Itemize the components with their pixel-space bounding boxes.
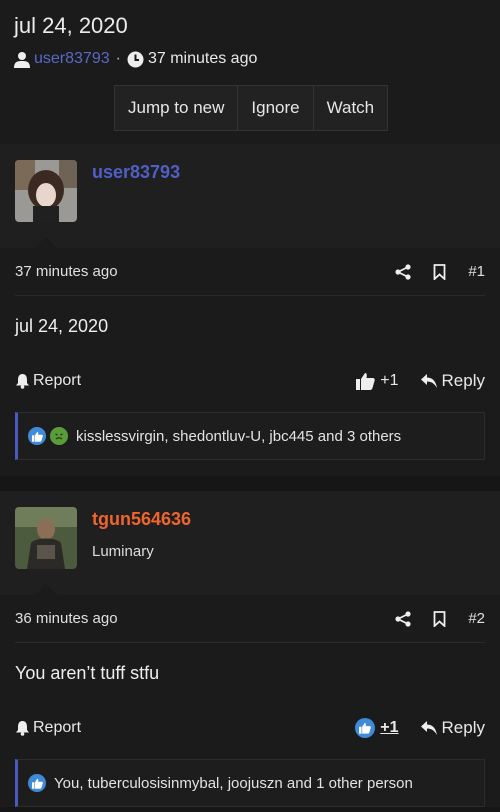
reactions-bar[interactable]: kisslessvirgin, shedontluv-U, jbc445 and… — [15, 412, 485, 460]
reply-label: Reply — [441, 718, 485, 737]
user-info: user83793 — [92, 160, 180, 248]
report-label: Report — [33, 372, 82, 389]
avatar[interactable] — [15, 160, 77, 222]
reply-label: Reply — [441, 371, 485, 390]
reply-button[interactable]: Reply — [420, 371, 485, 391]
thread-actions: Jump to new Ignore Watch — [114, 85, 389, 131]
reply-button[interactable]: Reply — [420, 718, 485, 738]
clock-icon — [127, 51, 144, 68]
post-pointer — [34, 584, 58, 596]
post-username[interactable]: user83793 — [92, 160, 180, 184]
thread-meta: user83793 · 37 minutes ago — [14, 50, 486, 68]
post: tgun564636 Luminary 36 minutes ago #2 Yo… — [0, 491, 500, 807]
sick-face-reaction-icon — [50, 427, 68, 445]
post-body: 36 minutes ago #2 You aren’t tuff stfu R… — [0, 595, 500, 807]
thumbs-up-reaction-icon — [28, 774, 46, 792]
avatar[interactable] — [15, 507, 77, 569]
user-info: tgun564636 Luminary — [92, 507, 191, 595]
thumbs-up-reaction-icon — [28, 427, 46, 445]
user-title: Luminary — [92, 543, 154, 560]
post-time[interactable]: 37 minutes ago — [15, 263, 118, 280]
meta-separator: · — [115, 50, 121, 67]
report-label: Report — [33, 719, 82, 736]
user-icon — [14, 51, 30, 68]
reactions-text[interactable]: kisslessvirgin, shedontluv-U, jbc445 and… — [76, 428, 401, 445]
thread-title: jul 24, 2020 — [14, 13, 128, 38]
post-content: You aren’t tuff stfu — [15, 663, 160, 683]
post-pointer — [34, 237, 58, 249]
share-icon[interactable] — [395, 263, 411, 280]
share-icon[interactable] — [395, 610, 411, 627]
ignore-button[interactable]: Ignore — [238, 86, 314, 130]
bell-icon — [15, 720, 30, 736]
reply-arrow-icon — [420, 374, 437, 388]
post-time[interactable]: 36 minutes ago — [15, 610, 118, 627]
bookmark-icon[interactable] — [433, 610, 446, 627]
reactions-text[interactable]: You, tuberculosisinmybal, joojuszn and 1… — [54, 775, 413, 792]
post: user83793 37 minutes ago #1 jul 24, 2020 — [0, 144, 500, 476]
post-user-block: tgun564636 Luminary — [0, 491, 500, 596]
reply-arrow-icon — [420, 721, 437, 735]
thread-author-link[interactable]: user83793 — [34, 50, 110, 68]
post-content: jul 24, 2020 — [15, 316, 109, 336]
bookmark-icon[interactable] — [433, 263, 446, 280]
post-meta: 37 minutes ago #1 — [15, 248, 485, 296]
reaction-count[interactable]: +1 — [380, 719, 398, 737]
reaction-count[interactable]: +1 — [380, 372, 398, 390]
thread-time[interactable]: 37 minutes ago — [148, 50, 257, 68]
watch-button[interactable]: Watch — [314, 86, 388, 130]
post-number-link[interactable]: #1 — [468, 263, 485, 280]
thread-header: jul 24, 2020 user83793 · 37 minutes ago … — [0, 0, 500, 144]
bell-icon — [15, 373, 30, 389]
post-actions: Report +1 Reply — [15, 358, 485, 404]
post-username[interactable]: tgun564636 — [92, 507, 191, 531]
thumbs-up-reaction-icon[interactable] — [355, 718, 376, 738]
reactions-bar[interactable]: You, tuberculosisinmybal, joojuszn and 1… — [15, 759, 485, 807]
post-meta: 36 minutes ago #2 — [15, 595, 485, 643]
post-body: 37 minutes ago #1 jul 24, 2020 Report +1… — [0, 248, 500, 476]
jump-to-new-button[interactable]: Jump to new — [115, 86, 239, 130]
like-icon[interactable] — [356, 372, 375, 390]
report-button[interactable]: Report — [15, 719, 81, 737]
post-user-block: user83793 — [0, 144, 500, 249]
post-number-link[interactable]: #2 — [468, 610, 485, 627]
report-button[interactable]: Report — [15, 372, 81, 390]
post-actions: Report +1 Reply — [15, 705, 485, 751]
